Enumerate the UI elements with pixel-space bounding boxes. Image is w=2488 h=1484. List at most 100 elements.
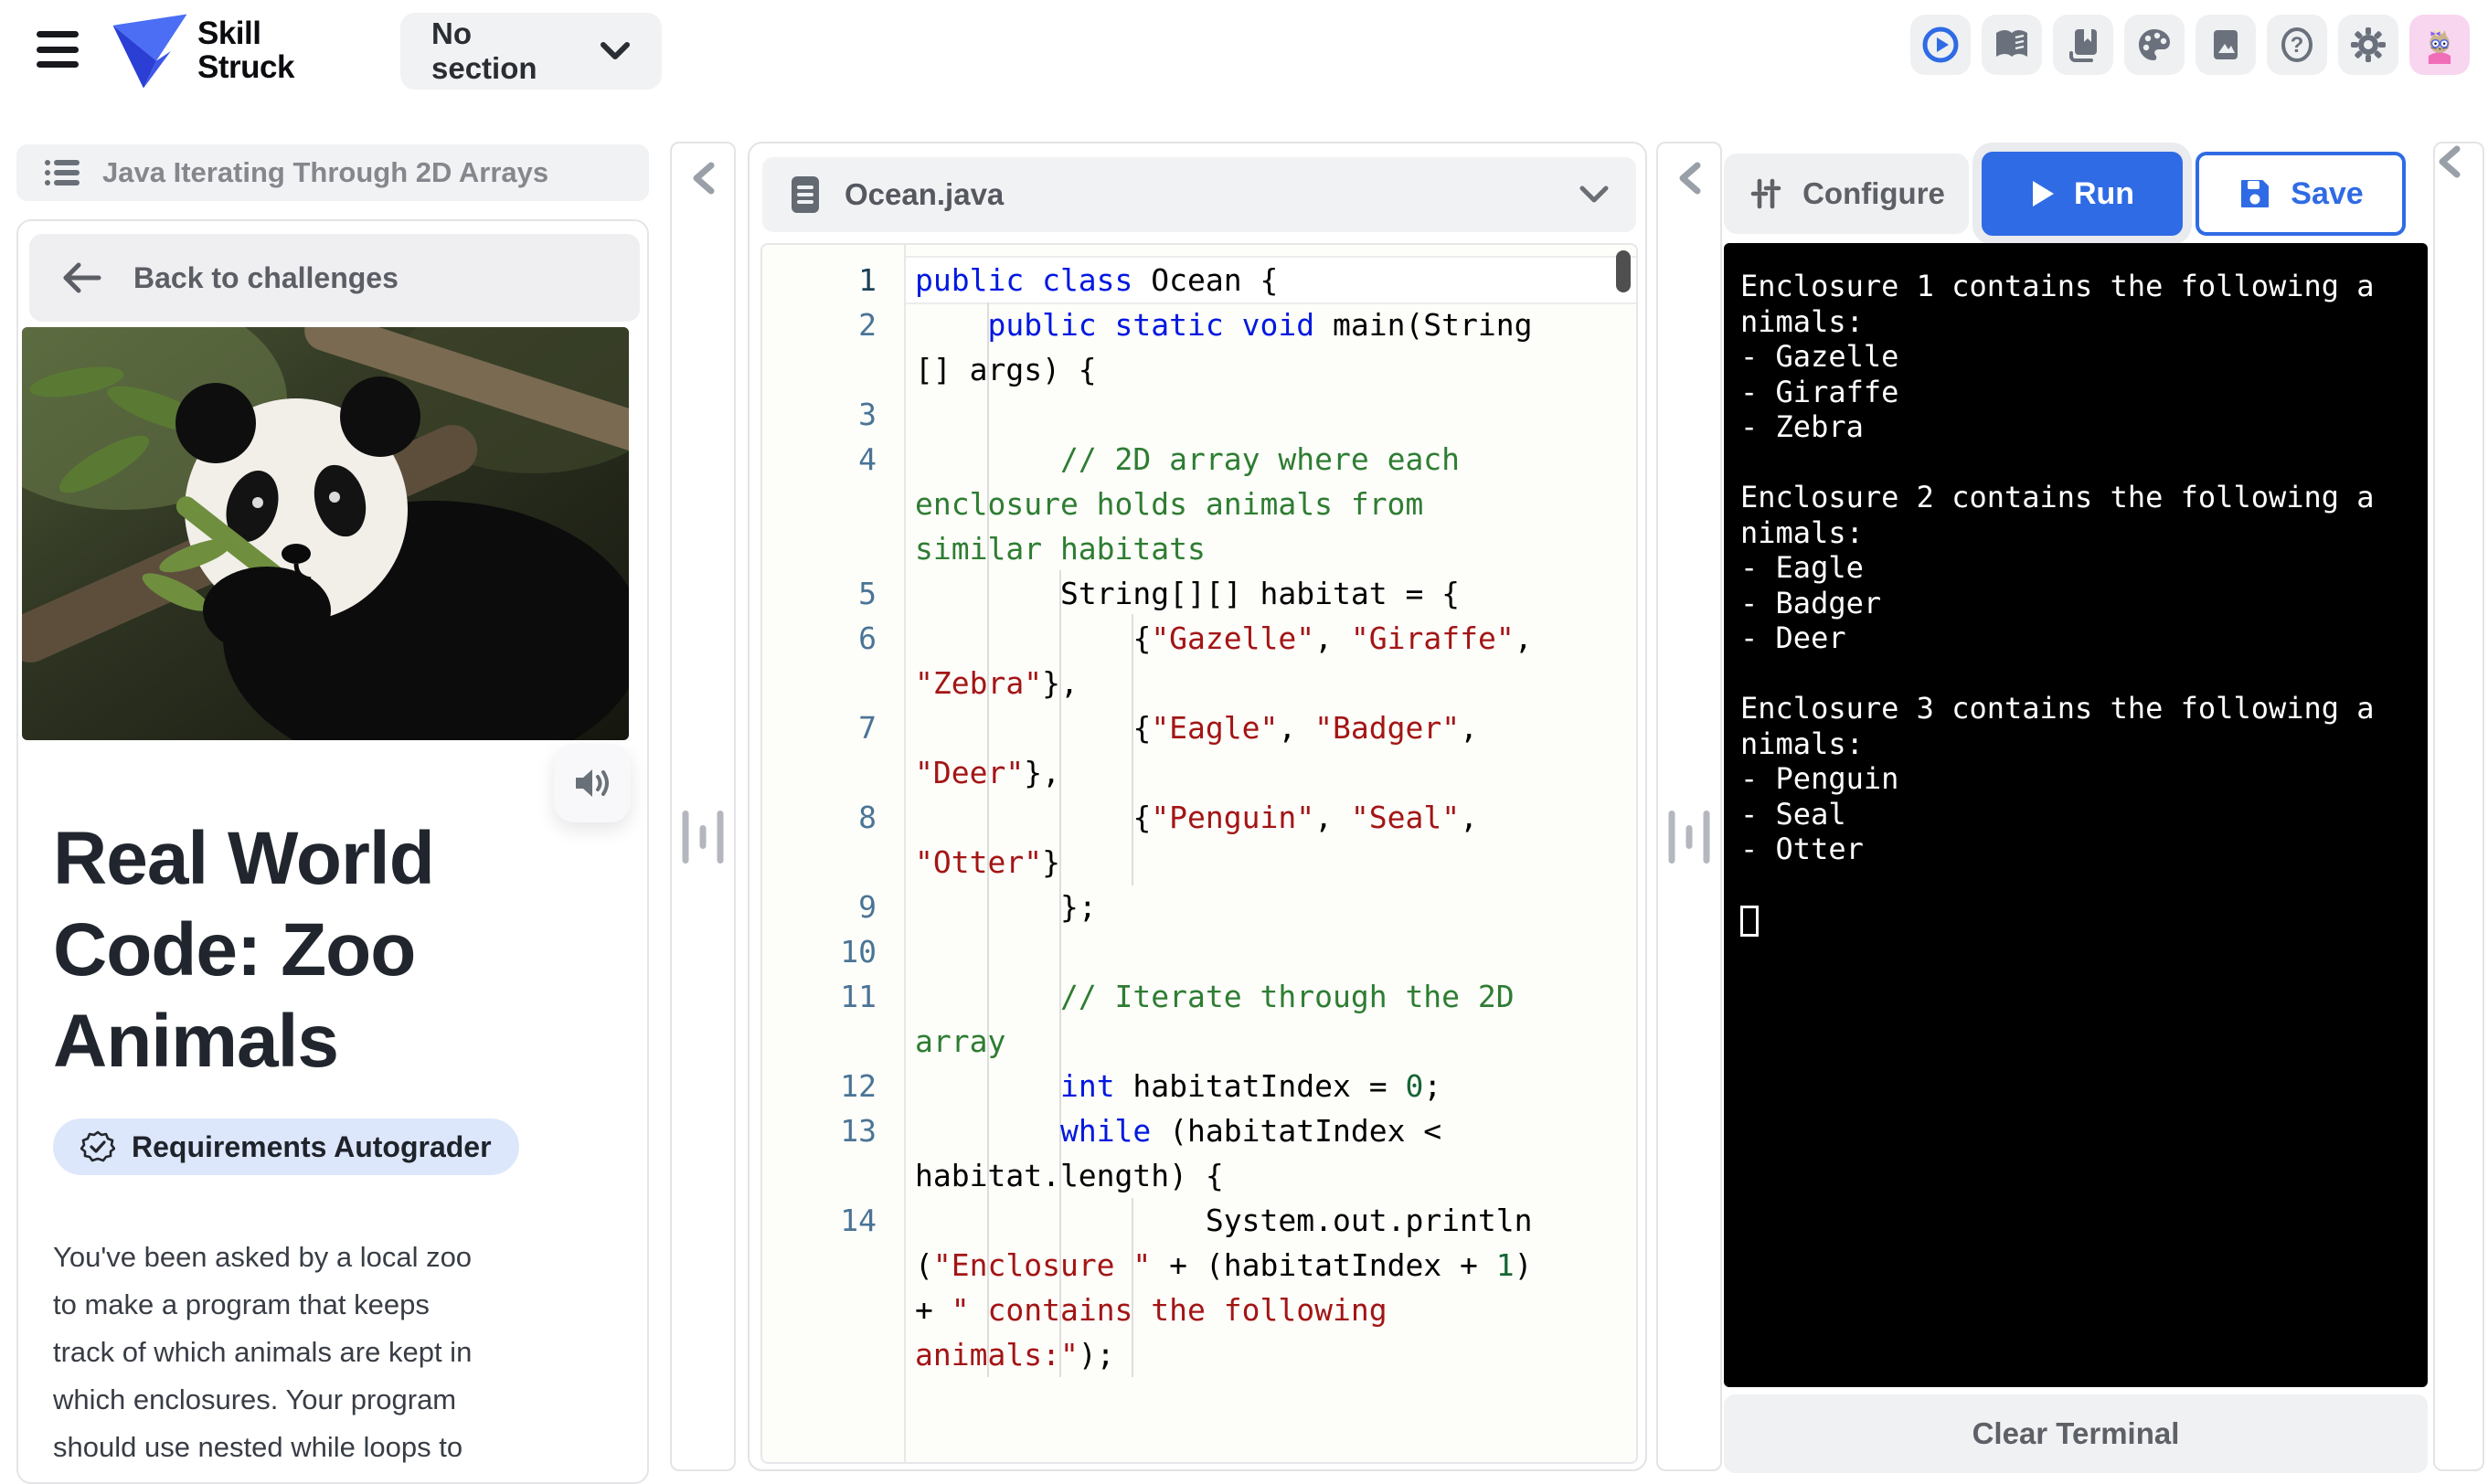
panel-resize-handle[interactable]: [683, 811, 724, 864]
course-title-chip[interactable]: Java Iterating Through 2D Arrays: [16, 144, 649, 201]
arrow-left-icon: [60, 261, 102, 294]
run-tour-button[interactable]: [1910, 15, 1971, 75]
svg-text:?: ?: [2291, 33, 2304, 58]
library-button[interactable]: [2053, 15, 2113, 75]
text-to-speech-button[interactable]: [554, 744, 631, 822]
line-number: [762, 750, 877, 795]
panel-resize-handle[interactable]: [1669, 811, 1710, 864]
terminal-line: Enclosure 2 contains the following anima…: [1740, 480, 2382, 550]
code-row: habitat.length) {: [762, 1153, 1636, 1198]
line-number: 9: [762, 885, 877, 929]
line-number: [762, 347, 877, 392]
code-row: 2public static void main(String: [762, 302, 1636, 347]
code-row: 8{"Penguin", "Seal",: [762, 795, 1636, 840]
terminal-line: - Penguin: [1740, 761, 2382, 797]
autograder-badge: Requirements Autograder: [53, 1118, 519, 1175]
code-row: 5String[][] habitat = {: [762, 571, 1636, 616]
editor-divider: [1656, 142, 1722, 1471]
collapse-right-icon[interactable]: [2435, 143, 2462, 180]
code-row: 9};: [762, 885, 1636, 929]
lesson-image: [22, 327, 629, 740]
avatar-cat-icon: [2420, 26, 2459, 64]
code-row: 10: [762, 929, 1636, 974]
chevron-down-icon: [600, 41, 631, 61]
speaker-icon: [572, 765, 612, 801]
terminal-line: [1740, 445, 2382, 481]
save-label: Save: [2291, 176, 2363, 212]
line-number: 7: [762, 705, 877, 750]
clear-terminal-button[interactable]: Clear Terminal: [1724, 1394, 2428, 1473]
run-label: Run: [2074, 176, 2134, 212]
profile-avatar[interactable]: [2409, 15, 2470, 75]
right-collapse-rail: [2433, 142, 2484, 1471]
section-dropdown-label: No section: [431, 16, 576, 86]
hamburger-menu-icon[interactable]: [37, 31, 79, 68]
question-icon: ?: [2278, 26, 2316, 64]
line-number: [762, 1243, 877, 1288]
badge-check-icon: [80, 1129, 115, 1164]
code-row: 12int habitatIndex = 0;: [762, 1064, 1636, 1108]
line-number: 10: [762, 929, 877, 974]
code-row: similar habitats: [762, 526, 1636, 571]
terminal-line: - Otter: [1740, 832, 2382, 867]
code-row: 1public class Ocean {: [762, 258, 1636, 302]
themes-button[interactable]: [2124, 15, 2185, 75]
run-button[interactable]: Run: [1982, 152, 2183, 236]
curriculum-button[interactable]: [1982, 15, 2042, 75]
section-dropdown[interactable]: No section: [400, 13, 662, 90]
skillstruck-logo-icon[interactable]: [110, 11, 190, 91]
file-name: Ocean.java: [845, 177, 1556, 212]
play-circle-icon: [1921, 26, 1960, 64]
terminal-cursor: [1740, 906, 1759, 937]
top-bar: Skill Struck No section: [0, 0, 2488, 102]
line-number: 4: [762, 437, 877, 482]
terminal-line: - Gazelle: [1740, 339, 2382, 375]
line-number: [762, 1153, 877, 1198]
line-number: 11: [762, 974, 877, 1019]
line-number: [762, 1288, 877, 1332]
terminal-line: - Seal: [1740, 797, 2382, 832]
terminal-line: - Deer: [1740, 620, 2382, 656]
code-editor[interactable]: 1public class Ocean {2public static void…: [760, 243, 1638, 1464]
lesson-panel: Back to challenges: [16, 219, 649, 1484]
sliders-icon: [1748, 175, 1784, 212]
configure-button[interactable]: Configure: [1724, 154, 1969, 234]
terminal-line: [1740, 867, 2382, 903]
code-row: "Otter"}: [762, 840, 1636, 885]
line-number: 14: [762, 1198, 877, 1243]
code-content: 1public class Ocean {2public static void…: [762, 258, 1636, 1377]
file-icon: [788, 175, 823, 215]
code-row: enclosure holds animals from: [762, 482, 1636, 526]
line-number: [762, 526, 877, 571]
code-row: array: [762, 1019, 1636, 1064]
skillstruck-logo-text: Skill Struck: [197, 16, 294, 84]
code-editor-panel: Ocean.java 1public class Ocean {2public …: [748, 142, 1647, 1471]
help-button[interactable]: ?: [2267, 15, 2327, 75]
list-icon: [44, 157, 80, 188]
code-row: 14System.out.println: [762, 1198, 1636, 1243]
save-button[interactable]: Save: [2196, 152, 2406, 236]
line-number: 6: [762, 616, 877, 661]
code-row: "Deer"},: [762, 750, 1636, 795]
lesson-description: You've been asked by a local zoo to make…: [53, 1234, 642, 1471]
code-row: 3: [762, 392, 1636, 437]
left-panel-divider: [670, 142, 736, 1471]
code-row: + " contains the following: [762, 1288, 1636, 1332]
media-button[interactable]: [2196, 15, 2256, 75]
terminal-output[interactable]: Enclosure 1 contains the following anima…: [1724, 243, 2428, 1387]
gear-icon: [2349, 26, 2387, 64]
collapse-editor-icon[interactable]: [1675, 160, 1703, 196]
back-to-challenges-button[interactable]: Back to challenges: [29, 234, 640, 322]
collapse-left-icon[interactable]: [689, 160, 717, 196]
line-number: 8: [762, 795, 877, 840]
file-tab[interactable]: Ocean.java: [762, 157, 1636, 232]
configure-label: Configure: [1802, 176, 1945, 211]
code-row: 4// 2D array where each: [762, 437, 1636, 482]
line-number: 13: [762, 1108, 877, 1153]
editor-scrollbar[interactable]: [1616, 250, 1631, 292]
terminal-line: Enclosure 3 contains the following anima…: [1740, 691, 2382, 761]
settings-button[interactable]: [2338, 15, 2398, 75]
terminal-line: - Zebra: [1740, 409, 2382, 445]
lesson-title: Real World Code: Zoo Animals: [53, 813, 629, 1087]
code-row: [] args) {: [762, 347, 1636, 392]
